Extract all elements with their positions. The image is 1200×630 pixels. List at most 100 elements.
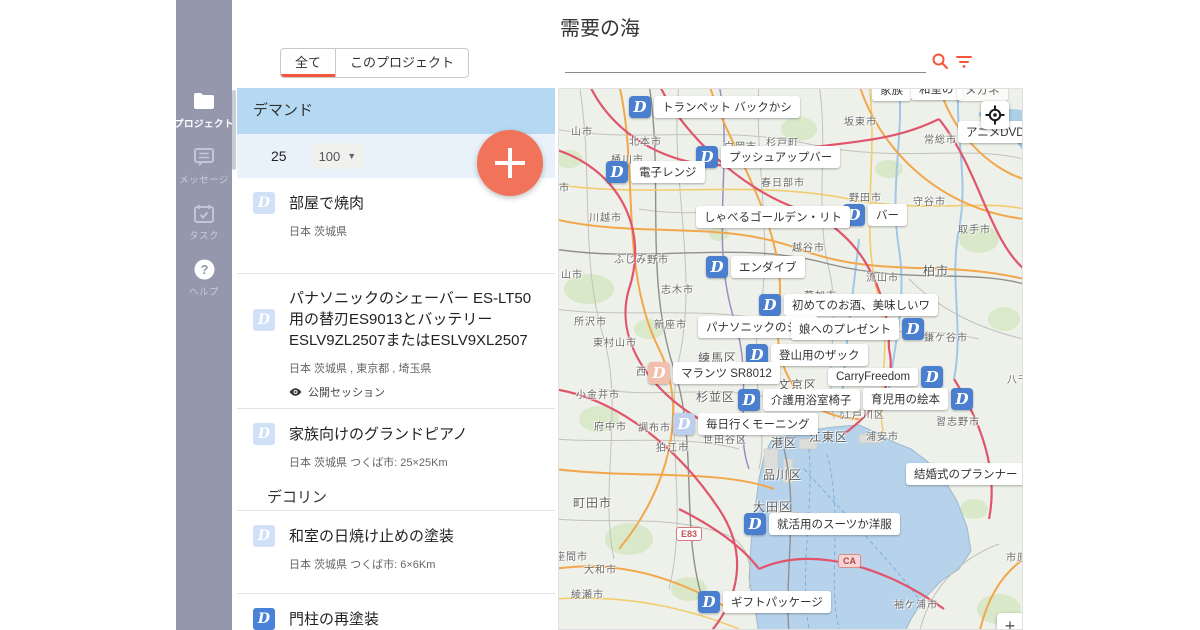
map-marker[interactable]: D毎日行くモーニング [673, 413, 818, 435]
map[interactable]: 山市北本市桶川市白岡市杉戸町春日部市坂東市常総市野田市守谷市取手市川越市市越谷市… [558, 88, 1023, 630]
map-marker[interactable]: D介護用浴室椅子 [738, 389, 860, 411]
demand-list-item[interactable]: D 家族向けのグランドピアノ日本 茨城県 つくば市: 25×25Km [237, 408, 555, 485]
list-scrollbar[interactable] [232, 90, 236, 170]
demand-location: 日本 茨城県 つくば市: 6×6Km [289, 556, 539, 572]
map-marker[interactable]: 和室の [911, 88, 962, 100]
list-section-label: デコリン [237, 485, 555, 510]
map-marker-label: トランペット バックかシ [654, 96, 800, 118]
zoom-in-button[interactable]: + [997, 613, 1023, 630]
per-page-select[interactable]: 100 ▼ [311, 143, 365, 169]
map-marker-d-icon: D [902, 318, 924, 340]
scope-tabs: 全てこのプロジェクト [280, 48, 469, 78]
map-marker[interactable]: Dプッシュアップバー [696, 146, 840, 168]
map-marker[interactable]: 育児用の絵本D [863, 388, 973, 410]
add-demand-button[interactable] [477, 130, 543, 196]
sidebar-item-help[interactable]: ? ヘルプ [174, 258, 234, 298]
map-marker-d-icon: D [706, 256, 728, 278]
list-header: デマンド [237, 88, 555, 134]
demand-location: 日本 茨城県 , 東京都 , 埼玉県 [289, 360, 539, 376]
demand-item-row: D 門柱の再塗装 [253, 608, 539, 630]
map-marker-label: バー [868, 204, 907, 226]
map-marker-label: CarryFreedom [828, 368, 918, 386]
filter-icon[interactable] [956, 54, 972, 68]
map-marker[interactable]: 結婚式のプランナーD [906, 463, 1023, 485]
demand-list-panel: 全てこのプロジェクト デマンド 25 100 ▼ D部屋で焼肉日本 茨城県Dパナ… [232, 0, 555, 630]
map-marker[interactable]: しゃべるゴールデン・リト [696, 206, 850, 228]
demand-list-item[interactable]: D 門柱の再塗装 [237, 593, 555, 630]
search-icon[interactable] [931, 52, 949, 70]
map-marker-d-icon: D [648, 362, 670, 384]
map-marker-label: 娘へのプレゼント [791, 318, 899, 340]
help-icon: ? [193, 258, 215, 280]
locate-button[interactable] [981, 101, 1009, 129]
demand-d-icon: D [253, 309, 275, 331]
map-marker[interactable]: Dトランペット バックかシ [629, 96, 800, 118]
svg-text:?: ? [200, 262, 208, 277]
sidebar-item-label: プロジェクト [174, 116, 234, 130]
demand-d-icon: D [253, 608, 275, 630]
demand-list-item[interactable]: Dパナソニックのシェーバー ES-LT50用の替刃ES9013とバッテリー ES… [237, 273, 555, 408]
map-marker-label: 初めてのお酒、美味しいワ [784, 294, 938, 316]
sidebar-item-label: メッセージ [179, 172, 229, 186]
map-marker[interactable]: Dバー [843, 204, 907, 226]
crosshair-icon [985, 105, 1005, 125]
demand-item-row: Dパナソニックのシェーバー ES-LT50用の替刃ES9013とバッテリー ES… [253, 288, 539, 351]
demand-location: 日本 茨城県 [289, 223, 539, 239]
demand-d-icon: D [253, 423, 275, 445]
map-marker-d-icon: D [759, 294, 781, 316]
map-marker-d-icon: D [921, 366, 943, 388]
demand-list-item[interactable]: D 和室の日焼け止めの塗装日本 茨城県 つくば市: 6×6Km [237, 510, 555, 593]
map-marker[interactable]: Dマランツ SR8012 [648, 362, 780, 384]
search-input[interactable] [565, 48, 926, 73]
demand-title: 和室の日焼け止めの塗装 [289, 526, 454, 547]
tab-all[interactable]: 全て [281, 49, 335, 77]
demand-item-row: D 家族向けのグランドピアノ [253, 423, 539, 445]
demand-session: 公開セッション [289, 384, 539, 400]
demand-list: D部屋で焼肉日本 茨城県Dパナソニックのシェーバー ES-LT50用の替刃ES9… [237, 178, 555, 630]
map-marker-label: ギフトパッケージ [723, 591, 831, 613]
demand-item-row: D 和室の日焼け止めの塗装 [253, 525, 539, 547]
chevron-down-icon: ▼ [347, 151, 356, 161]
map-marker-label: 電子レンジ [631, 161, 705, 183]
map-marker-label: 登山用のザック [771, 344, 868, 366]
page-title: 需要の海 [560, 12, 760, 41]
sidebar: プロジェクトメッセージタスク? ヘルプ [176, 0, 232, 630]
demand-d-icon: D [253, 525, 275, 547]
map-marker-d-icon: D [698, 591, 720, 613]
map-marker[interactable]: D就活用のスーツか洋服 [744, 513, 900, 535]
demand-title: 家族向けのグランドピアノ [289, 424, 468, 445]
map-marker[interactable]: D初めてのお酒、美味しいワ [759, 294, 938, 316]
map-marker[interactable]: Dギフトパッケージ [698, 591, 831, 613]
sidebar-item-task[interactable]: タスク [174, 202, 234, 242]
tab-this-project[interactable]: このプロジェクト [335, 49, 468, 77]
map-marker-label: 就活用のスーツか洋服 [769, 513, 900, 535]
map-marker[interactable]: D電子レンジ [606, 161, 705, 183]
map-marker[interactable]: Dエンダイブ [706, 256, 805, 278]
map-marker-label: 毎日行くモーニング [698, 413, 818, 435]
sidebar-item-message[interactable]: メッセージ [174, 146, 234, 186]
map-marker-label: プッシュアップバー [721, 146, 840, 168]
map-marker[interactable]: CarryFreedomD [828, 366, 943, 388]
folder-icon [193, 90, 215, 112]
sidebar-item-label: ヘルプ [189, 284, 219, 298]
per-page-value: 100 [319, 149, 341, 164]
map-marker-d-icon: D [738, 389, 760, 411]
sidebar-item-label: タスク [189, 228, 219, 242]
map-marker-label: 和室の [911, 88, 962, 100]
map-marker[interactable]: メガネ [957, 88, 1008, 101]
map-marker-d-icon: D [629, 96, 651, 118]
demand-title: 部屋で焼肉 [289, 193, 364, 214]
demand-item-row: D部屋で焼肉 [253, 192, 539, 214]
sidebar-item-folder[interactable]: プロジェクト [174, 90, 234, 130]
map-marker-label: 介護用浴室椅子 [763, 389, 860, 411]
demand-location: 日本 茨城県 つくば市: 25×25Km [289, 454, 539, 470]
road-badge: CA [838, 554, 861, 568]
demand-title: 門柱の再塗装 [289, 609, 379, 630]
app-window: プロジェクトメッセージタスク?ヘルプ 需要の海 全てこのプロジェクト デマンド … [0, 0, 1200, 630]
map-marker-d-icon: D [744, 513, 766, 535]
map-marker-label: エンダイブ [731, 256, 805, 278]
map-marker-d-icon: D [673, 413, 695, 435]
map-marker-d-icon: D [951, 388, 973, 410]
map-marker[interactable]: 娘へのプレゼントD [791, 318, 924, 340]
map-marker[interactable]: 家族 [872, 88, 911, 101]
